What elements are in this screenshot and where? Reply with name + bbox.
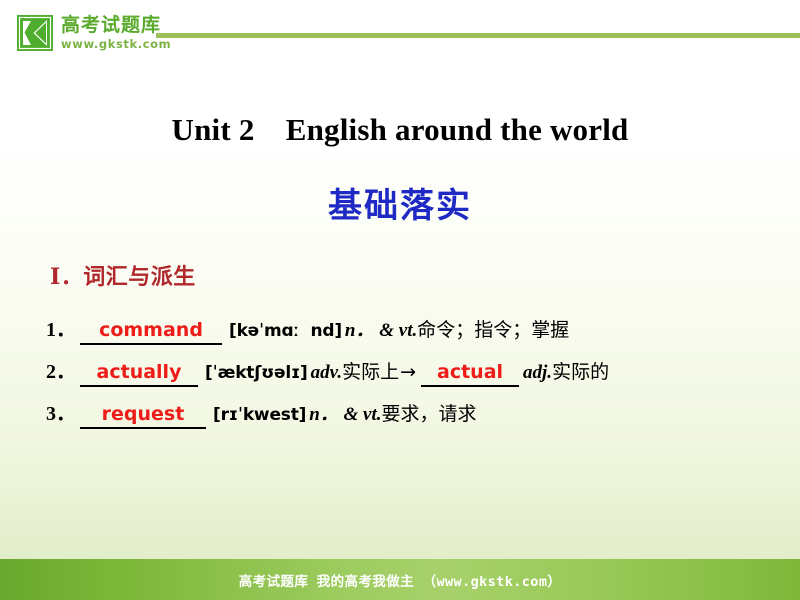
footer-brand-text: 高考试题库 我的高考我做主 （www.gkstk.com）	[238, 573, 562, 590]
vocab-part-of-speech-2: vt.	[398, 320, 418, 341]
brand-url: www.gkstk.com	[61, 37, 172, 51]
vocab-part-of-speech: n．	[344, 320, 375, 341]
brand-logo-text: 高考试题库 www.gkstk.com	[61, 15, 171, 51]
section-heading: Ⅰ．词汇与派生	[50, 264, 196, 290]
vocab-meaning: 要求，请求	[381, 403, 477, 425]
slide-header: 高考试题库 www.gkstk.com	[0, 0, 800, 70]
gkstk-k-logo-icon	[17, 15, 53, 51]
slide-subtitle: 基础落实	[328, 186, 472, 226]
vocab-answer-blank[interactable]: command	[80, 319, 222, 345]
header-divider-rule	[156, 33, 800, 38]
vocab-answer-blank[interactable]: actually	[80, 361, 198, 387]
slide-footer: 高考试题库 我的高考我做主 （www.gkstk.com）	[0, 559, 800, 600]
vocab-phonetic: [rɪˈkwest]	[213, 405, 307, 425]
vocab-number: 3．	[46, 403, 76, 425]
vocab-conjunction: &	[338, 404, 364, 425]
vocab-item-1: 1． command [kəˈmɑː nd] n． & vt. 命令；指令；掌握	[46, 313, 569, 345]
vocab-part-of-speech: n．	[309, 404, 339, 425]
vocab-number: 2．	[46, 361, 76, 383]
vocab-phonetic: [kəˈmɑː nd]	[229, 321, 342, 341]
vocab-derived-part-of-speech: adj.	[523, 362, 553, 383]
vocab-item-2: 2． actually [ˈæktʃʊəlɪ] adv. 实际上 → actua…	[46, 355, 609, 387]
vocab-meaning: 命令；指令；掌握	[417, 319, 570, 341]
vocab-answer-blank[interactable]: request	[80, 403, 206, 429]
vocab-part-of-speech: adv.	[310, 362, 343, 383]
slide-canvas: 高考试题库 www.gkstk.com Unit 2 English aroun…	[0, 0, 800, 600]
vocab-part-of-speech-2: vt.	[363, 404, 382, 425]
brand-name-cn: 高考试题库	[61, 14, 162, 36]
vocab-conjunction: &	[374, 320, 399, 341]
vocab-number: 1．	[46, 319, 76, 341]
vocab-meaning: 实际上	[342, 361, 400, 383]
brand-logo[interactable]: 高考试题库 www.gkstk.com	[17, 15, 171, 51]
slide-title: Unit 2 English around the world	[171, 112, 629, 147]
vocab-derived-answer-blank[interactable]: actual	[421, 361, 520, 387]
vocab-phonetic: [ˈæktʃʊəlɪ]	[205, 363, 308, 383]
vocab-item-3: 3． request [rɪˈkwest] n． & vt. 要求，请求	[46, 397, 477, 429]
vocab-derived-meaning: 实际的	[552, 361, 610, 383]
derivation-arrow-icon: →	[400, 361, 417, 383]
